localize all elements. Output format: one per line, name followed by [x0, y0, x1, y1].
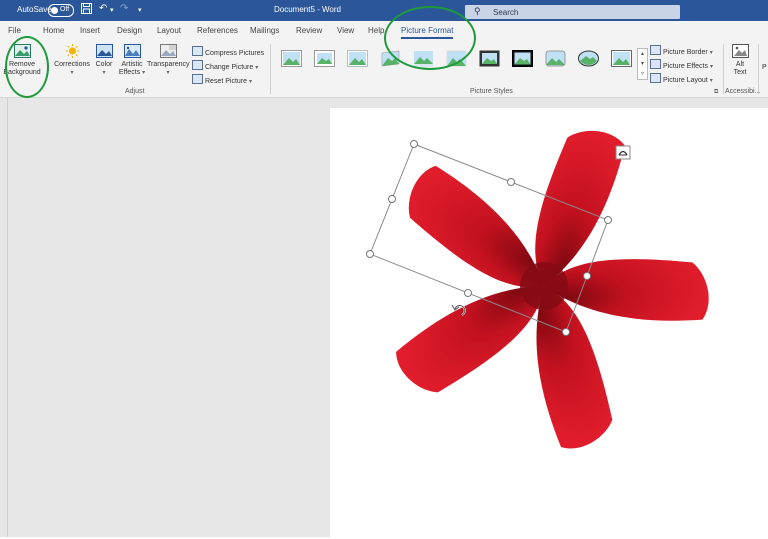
picture-layout-label: Picture Layout — [663, 77, 708, 84]
tab-home[interactable]: Home — [43, 26, 64, 35]
color-picture-icon — [95, 44, 113, 58]
ribbon: Remove Background Corrections ▾ Color ▾ Ar… — [0, 40, 768, 98]
search-box[interactable]: ⚲ Search — [465, 5, 680, 19]
layout-options-icon[interactable] — [615, 145, 631, 160]
transparency-label: Transparency — [147, 61, 190, 68]
color-label: Color — [95, 61, 113, 68]
canvas-divider — [7, 98, 8, 537]
artistic-effects-button[interactable]: Artistic Effects ▾ — [117, 44, 147, 77]
group-separator — [723, 44, 724, 94]
artistic-effects-label-2: Effects — [118, 69, 141, 76]
compress-pictures-button[interactable]: Compress Pictures — [192, 46, 264, 57]
change-picture-button[interactable]: Change Picture ▾ — [192, 60, 258, 71]
tab-layout[interactable]: Layout — [157, 26, 181, 35]
annotation-ellipse-remove-background — [5, 36, 49, 98]
toggle-knob — [51, 7, 58, 14]
compress-pictures-label: Compress Pictures — [205, 50, 265, 57]
transparency-button[interactable]: Transparency ▾ — [147, 44, 190, 77]
save-icon[interactable] — [81, 3, 92, 17]
picture-style-thumb[interactable] — [314, 50, 335, 67]
corrections-label: Corrections — [54, 61, 90, 68]
chevron-down-icon: ▾ — [709, 64, 713, 70]
annotation-ellipse-picture-format — [384, 6, 476, 70]
group-separator — [758, 44, 759, 94]
tab-review[interactable]: Review — [296, 26, 322, 35]
reset-picture-label: Reset Picture — [205, 78, 248, 85]
picture-style-thumb[interactable] — [512, 50, 533, 67]
search-placeholder: Search — [493, 8, 519, 17]
undo-icon[interactable]: ↶ — [99, 3, 107, 14]
customize-qat-icon[interactable]: ▾ — [138, 6, 142, 14]
change-picture-label: Change Picture — [205, 64, 254, 71]
accessibility-group-label: Accessibi... — [725, 88, 761, 95]
chevron-down-icon: ▾ — [709, 78, 713, 84]
redo-icon[interactable]: ↷ — [120, 3, 128, 14]
alt-text-label-2: Text — [733, 69, 747, 76]
alt-text-button[interactable]: Alt Text — [728, 44, 752, 77]
color-button[interactable]: Color ▾ — [93, 44, 115, 77]
sun-icon — [65, 44, 79, 58]
picture-border-label: Picture Border — [663, 49, 708, 56]
picture-style-thumb[interactable] — [479, 50, 500, 67]
reset-picture-icon — [192, 74, 203, 84]
artistic-effects-label-1: Artistic — [121, 61, 143, 68]
picture-layout-button[interactable]: Picture Layout ▾ — [650, 73, 713, 84]
autosave-label: AutoSave — [17, 5, 52, 14]
picture-layout-icon — [650, 73, 661, 83]
chevron-down-icon: ▾ — [102, 70, 106, 76]
picture-styles-group-label: Picture Styles — [470, 88, 513, 95]
compress-icon — [192, 46, 203, 56]
picture-style-thumb[interactable] — [281, 50, 302, 67]
picture-style-thumb[interactable] — [347, 50, 368, 67]
transparency-icon — [159, 44, 177, 58]
adjust-group-label: Adjust — [125, 88, 145, 95]
autosave-state: Off — [60, 6, 70, 13]
change-picture-icon — [192, 60, 203, 70]
picture-effects-button[interactable]: Picture Effects ▾ — [650, 59, 713, 70]
chevron-down-icon: ▾ — [248, 79, 252, 85]
autosave-toggle[interactable]: Off — [48, 4, 74, 17]
picture-style-thumb[interactable] — [611, 50, 632, 67]
chevron-down-icon: ▾ — [709, 50, 713, 56]
flower-image[interactable] — [330, 108, 768, 537]
chevron-down-icon: ▾ — [255, 65, 259, 71]
picture-border-button[interactable]: Picture Border ▾ — [650, 45, 713, 56]
chevron-down-icon: ▾ — [70, 70, 74, 76]
tab-help[interactable]: Help — [368, 26, 384, 35]
corrections-button[interactable]: Corrections ▾ — [53, 44, 91, 77]
picture-effects-label: Picture Effects — [663, 63, 709, 70]
dialog-launcher-icon[interactable]: ⧉ — [714, 89, 718, 96]
document-page[interactable] — [330, 108, 768, 537]
tab-references[interactable]: References — [197, 26, 238, 35]
chevron-down-icon: ▾ — [166, 70, 170, 76]
gallery-scroll[interactable]: ▴ ▾ ▿ — [637, 48, 648, 80]
undo-dropdown-icon[interactable]: ▾ — [110, 6, 114, 14]
title-bar: AutoSave Off ↶ ▾ ↷ ▾ Document5 - Word ⚲ … — [0, 0, 768, 21]
tab-insert[interactable]: Insert — [80, 26, 100, 35]
document-title: Document5 - Word — [274, 5, 341, 14]
chevron-down-icon: ▾ — [142, 70, 146, 76]
reset-picture-button[interactable]: Reset Picture ▾ — [192, 74, 252, 85]
flower-petals — [396, 130, 709, 449]
artistic-effects-icon — [123, 44, 141, 58]
alt-text-icon — [731, 44, 749, 58]
next-group-clipped: P — [762, 64, 767, 71]
group-separator — [270, 44, 271, 94]
picture-style-thumb[interactable] — [578, 50, 599, 67]
tab-file[interactable]: File — [8, 26, 21, 35]
alt-text-label-1: Alt — [735, 61, 745, 68]
picture-effects-icon — [650, 59, 661, 69]
picture-border-icon — [650, 45, 661, 55]
picture-style-thumb[interactable] — [545, 50, 566, 67]
tab-view[interactable]: View — [337, 26, 354, 35]
tab-mailings[interactable]: Mailings — [250, 26, 279, 35]
search-icon: ⚲ — [474, 6, 481, 16]
tab-design[interactable]: Design — [117, 26, 142, 35]
